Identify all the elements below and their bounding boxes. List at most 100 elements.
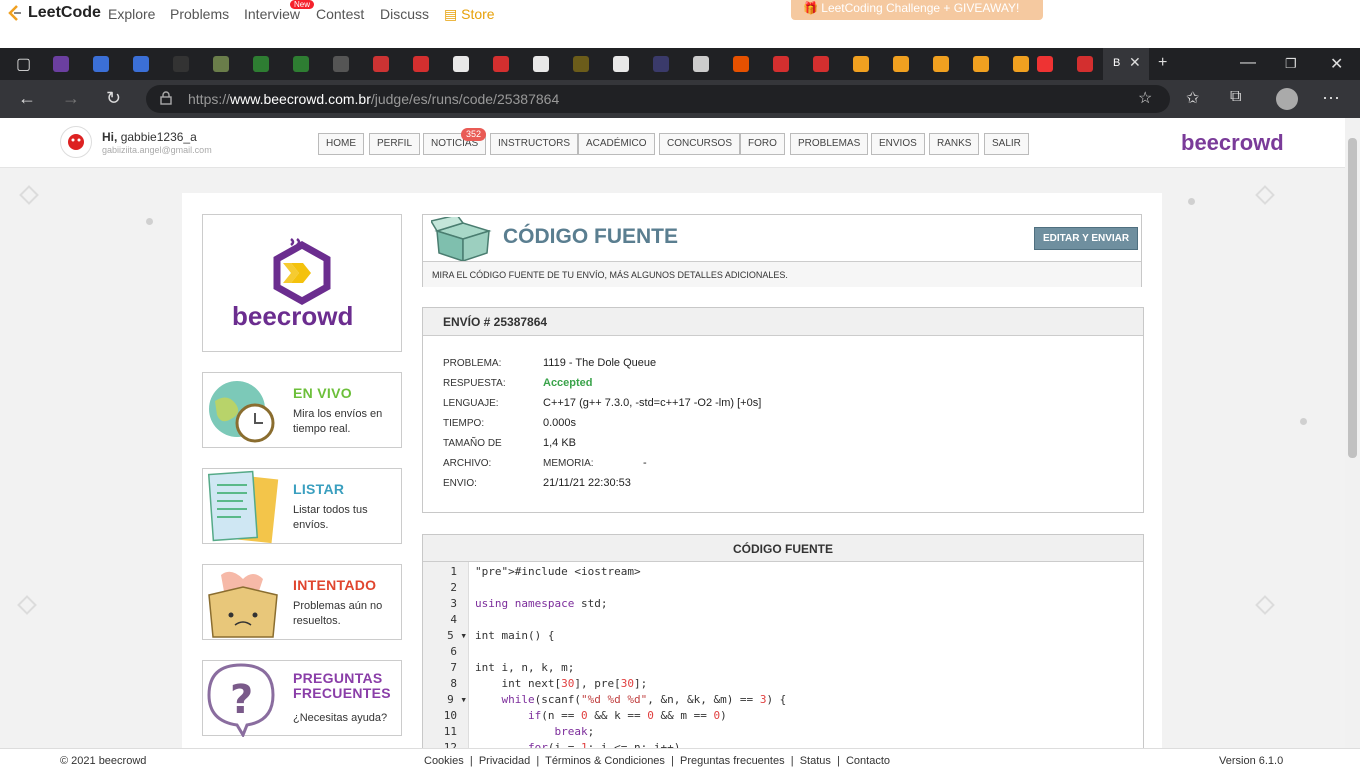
tab-actions-icon[interactable]: ▢ (16, 54, 31, 74)
beecrowd-logo-text: beecrowd (232, 301, 354, 331)
tab-favicon[interactable] (453, 56, 469, 72)
line-number: 12 (443, 741, 457, 748)
minimize-icon[interactable]: — (1240, 54, 1256, 72)
tab-favicon[interactable] (1077, 56, 1093, 72)
scrollbar-thumb[interactable] (1348, 138, 1357, 458)
nav-contest[interactable]: Contest (316, 6, 364, 22)
menu-perfil[interactable]: PERFIL (369, 133, 421, 155)
menu-problemas[interactable]: PROBLEMAS (790, 133, 869, 155)
panel-en-vivo[interactable]: EN VIVO Mira los envíos en tiempo real. (202, 372, 402, 448)
tab-favicon[interactable] (653, 56, 669, 72)
footer-link-terminos[interactable]: Términos & Condiciones (545, 755, 665, 767)
code-line: while(scanf("%d %d %d", &n, &k, &m) == 3… (501, 693, 787, 706)
reload-icon[interactable]: ↻ (106, 88, 121, 109)
promo-banner[interactable]: 🎁 LeetCoding Challenge + GIVEAWAY! (791, 0, 1043, 20)
tab-favicon[interactable] (413, 56, 429, 72)
tab-favicon[interactable] (53, 56, 69, 72)
active-tab-title: B (1113, 57, 1121, 69)
tab-favicon[interactable] (813, 56, 829, 72)
tab-favicon[interactable] (133, 56, 149, 72)
menu-instructors[interactable]: INSTRUCTORS (490, 133, 579, 155)
line-number: 6 (450, 645, 457, 658)
url-field[interactable]: https://www.beecrowd.com.br/judge/es/run… (146, 85, 1170, 113)
menu-academico[interactable]: ACADÉMICO (578, 133, 655, 155)
close-tab-icon[interactable]: ✕ (1129, 54, 1141, 71)
menu-ranks[interactable]: RANKS (929, 133, 980, 155)
collections-icon[interactable]: ⧉ (1230, 88, 1241, 106)
tab-favicon[interactable] (173, 56, 189, 72)
line-number: 1 (450, 565, 457, 578)
tab-favicon[interactable] (893, 56, 909, 72)
back-icon[interactable]: ← (18, 88, 36, 109)
panel-preguntas-frecuentes[interactable]: ? PREGUNTAS FRECUENTES ¿Necesitas ayuda? (202, 660, 402, 737)
leetcode-logo-icon (8, 5, 21, 21)
active-tab[interactable]: B ✕ (1103, 48, 1149, 80)
edit-and-submit-button[interactable]: EDITAR Y ENVIAR (1034, 227, 1139, 250)
code-header: CÓDIGO FUENTE (423, 535, 1143, 562)
menu-foro[interactable]: FORO (740, 133, 785, 155)
tab-favicon[interactable] (613, 56, 629, 72)
restore-icon[interactable]: ❐ (1285, 56, 1297, 72)
footer-link-privacidad[interactable]: Privacidad (479, 755, 530, 767)
nav-problems[interactable]: Problems (170, 6, 229, 22)
panel-intentado[interactable]: INTENTADO Problemas aún no resueltos. (202, 564, 402, 640)
detail-label: PROBLEMA: (443, 358, 502, 369)
promo-text: LeetCoding Challenge + GIVEAWAY! (821, 1, 1020, 15)
panel-listar[interactable]: LISTAR Listar todos tus envíos. (202, 468, 402, 544)
line-number: 5 ▾ (447, 629, 467, 642)
code-line: "pre">#include <iostream> (475, 565, 641, 578)
menu-concursos[interactable]: CONCURSOS (659, 133, 741, 155)
nav-discuss[interactable]: Discuss (380, 6, 429, 22)
tab-favicon[interactable] (573, 56, 589, 72)
tab-favicon[interactable] (1013, 56, 1029, 72)
page-scrollbar[interactable] (1345, 118, 1360, 748)
tab-favicon[interactable] (93, 56, 109, 72)
beecrowd-logo-panel[interactable]: beecrowd (202, 214, 402, 352)
gmail-tab-favicon[interactable] (1037, 56, 1053, 72)
tab-favicon[interactable] (773, 56, 789, 72)
close-window-icon[interactable]: ✕ (1330, 54, 1343, 74)
page-title: CÓDIGO FUENTE (503, 225, 679, 248)
tab-favicon[interactable] (853, 56, 869, 72)
code-line: break; (554, 725, 595, 738)
tab-favicon[interactable] (293, 56, 309, 72)
tab-favicon[interactable] (693, 56, 709, 72)
forward-icon[interactable]: → (62, 88, 80, 109)
favorites-icon[interactable]: ✩ (1186, 88, 1199, 108)
problem-link[interactable]: 1119 - The Dole Queue (543, 357, 656, 369)
panel-title: INTENTADO (293, 577, 377, 593)
tab-favicon[interactable] (213, 56, 229, 72)
tab-favicon[interactable] (253, 56, 269, 72)
tab-favicon[interactable] (973, 56, 989, 72)
news-count-badge: 352 (461, 128, 487, 141)
page-viewport: Hi, gabbie1236_a gabiiziita.angel@gmail.… (0, 118, 1345, 748)
nav-store[interactable]: ▤ Store (444, 6, 495, 23)
list-documents-icon (207, 470, 279, 544)
tab-favicon[interactable] (933, 56, 949, 72)
background-diamond (1255, 595, 1275, 615)
tab-favicon[interactable] (333, 56, 349, 72)
add-collection-icon[interactable]: ☆ (1138, 88, 1152, 108)
footer-link-faq[interactable]: Preguntas frecuentes (680, 755, 785, 767)
code-line: int i, n, k, m; (475, 661, 575, 674)
menu-home[interactable]: HOME (318, 133, 364, 155)
nav-explore[interactable]: Explore (108, 6, 155, 22)
menu-salir[interactable]: SALIR (984, 133, 1029, 155)
leetcode-logo[interactable]: LeetCode (6, 4, 101, 22)
footer-link-status[interactable]: Status (800, 755, 831, 767)
user-avatar[interactable] (60, 126, 92, 158)
tab-favicon[interactable] (493, 56, 509, 72)
footer-link-contacto[interactable]: Contacto (846, 755, 890, 767)
tab-favicon[interactable] (533, 56, 549, 72)
brand-logo[interactable]: beecrowd (1181, 130, 1284, 156)
footer-link-cookies[interactable]: Cookies (424, 755, 464, 767)
profile-avatar[interactable] (1276, 88, 1298, 110)
code-line: int main() { (475, 629, 555, 642)
menu-envios[interactable]: ENVIOS (871, 133, 925, 155)
leetcode-logo-text: LeetCode (28, 4, 101, 21)
tab-favicon[interactable] (373, 56, 389, 72)
line-number: 8 (450, 677, 457, 690)
more-menu-icon[interactable]: ⋯ (1322, 88, 1340, 109)
new-tab-icon[interactable]: + (1158, 54, 1167, 72)
tab-favicon[interactable] (733, 56, 749, 72)
